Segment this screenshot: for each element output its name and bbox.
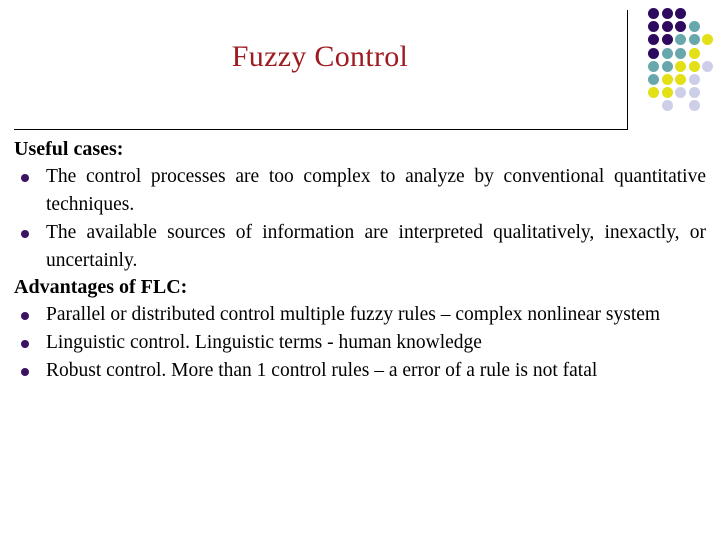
decorative-dot: [661, 74, 673, 85]
list-item: The control processes are too complex to…: [14, 163, 706, 219]
decorative-dot: [648, 60, 659, 72]
decorative-dot: [675, 60, 686, 72]
decorative-dot: [688, 100, 700, 112]
list-item: Linguistic control. Linguistic terms - h…: [14, 329, 706, 357]
decorative-dot: [661, 34, 673, 46]
list-item-text: Robust control. More than 1 control rule…: [46, 360, 598, 381]
decorative-dot: [661, 21, 673, 33]
decorative-dot: [661, 8, 673, 19]
decorative-dot: [688, 47, 700, 59]
decorative-dot: [702, 34, 713, 46]
slide-title: Fuzzy Control: [231, 40, 409, 73]
section-useful-cases: Useful cases: The control processes are …: [14, 137, 706, 275]
list-item: Robust control. More than 1 control rule…: [14, 357, 706, 385]
section-heading-useful-cases: Useful cases:: [14, 138, 124, 160]
decorative-dot: [675, 74, 686, 85]
bullet-icon: [21, 312, 29, 320]
decorative-dot: [675, 47, 686, 59]
decorative-dot: [688, 74, 700, 85]
bullet-icon: [21, 368, 29, 376]
slide-body: Useful cases: The control processes are …: [14, 137, 706, 385]
section-advantages-of-flc: Advantages of FLC: Parallel or distribut…: [14, 275, 706, 385]
list-item-text: Linguistic control. Linguistic terms - h…: [46, 332, 482, 353]
decorative-dot: [688, 87, 700, 99]
decorative-dot: [661, 47, 673, 59]
decorative-dot: [688, 21, 700, 33]
decorative-dot-grid: [648, 8, 714, 124]
list-item: The available sources of information are…: [14, 219, 706, 275]
list-item-text: The control processes are too complex to…: [46, 166, 706, 215]
decorative-dot: [675, 8, 686, 19]
list-item-text: Parallel or distributed control multiple…: [46, 304, 661, 325]
list-item: Parallel or distributed control multiple…: [14, 301, 706, 329]
decorative-dot: [648, 8, 659, 19]
section-heading-advantages-of-flc: Advantages of FLC:: [14, 276, 188, 298]
decorative-dot: [675, 34, 686, 46]
decorative-dot: [688, 60, 700, 72]
bullet-icon: [21, 340, 29, 348]
decorative-dot: [688, 34, 700, 46]
decorative-dot: [648, 74, 659, 85]
bullet-icon: [21, 230, 29, 238]
bullet-list-useful-cases: The control processes are too complex to…: [14, 163, 706, 275]
decorative-dot: [648, 34, 659, 46]
decorative-dot: [648, 47, 659, 59]
decorative-dot: [661, 100, 673, 112]
decorative-dot: [661, 60, 673, 72]
decorative-dot: [675, 21, 686, 33]
decorative-dot: [675, 87, 686, 99]
decorative-dot: [661, 87, 673, 99]
decorative-dot: [648, 21, 659, 33]
header-horizontal-divider: [14, 129, 628, 130]
bullet-list-advantages-of-flc: Parallel or distributed control multiple…: [14, 301, 706, 385]
list-item-text: The available sources of information are…: [46, 222, 706, 271]
decorative-dot: [648, 87, 659, 99]
bullet-icon: [21, 174, 29, 182]
decorative-dot: [702, 60, 713, 72]
